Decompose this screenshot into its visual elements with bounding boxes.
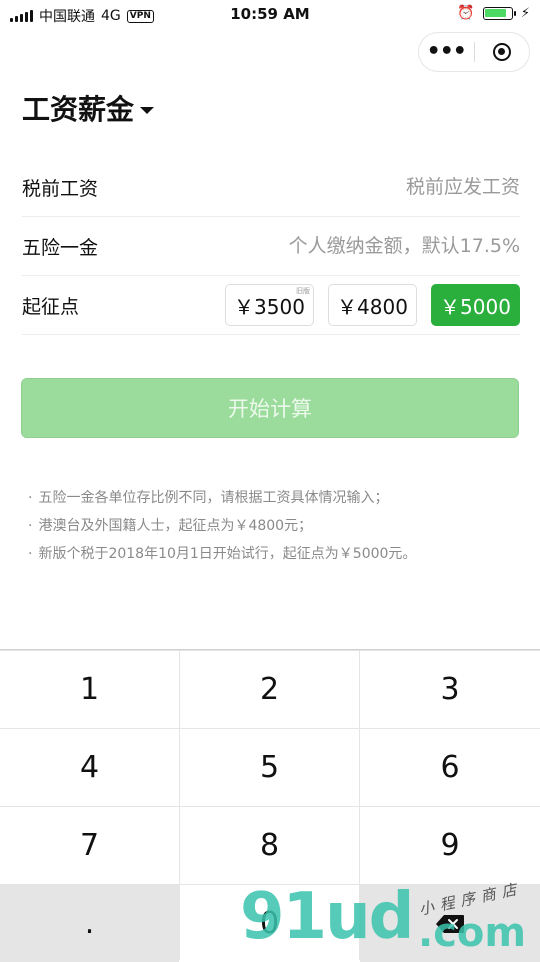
battery-icon: [482, 6, 516, 20]
key-5[interactable]: 5: [180, 729, 359, 806]
threshold-option-label: ￥3500: [234, 294, 305, 319]
page-title: 工资薪金: [22, 93, 135, 126]
key-8[interactable]: 8: [180, 807, 359, 884]
backspace-icon: [435, 914, 465, 934]
threshold-row: 起征点 ￥3500 旧版 ￥4800 ￥5000: [22, 276, 520, 335]
note-item: · 新版个税于2018年10月1日开始试行，起征点为￥5000元。: [28, 546, 417, 562]
backspace-key[interactable]: [360, 885, 540, 962]
threshold-option-label: ￥4800: [337, 294, 408, 319]
threshold-5000-button[interactable]: ￥5000: [431, 284, 520, 326]
key-decimal[interactable]: .: [0, 885, 179, 962]
target-circle-icon: [492, 43, 511, 61]
title-selector[interactable]: 工资薪金: [22, 88, 155, 128]
threshold-label: 起征点: [22, 295, 80, 318]
threshold-option-label: ￥5000: [440, 294, 511, 319]
battery-fill: [485, 9, 507, 17]
key-1[interactable]: 1: [0, 651, 179, 728]
notes-list: · 五险一金各单位存比例不同，请根据工资具体情况输入； · 港澳台及外国籍人士，起征…: [28, 484, 528, 568]
caret-down-icon: [140, 106, 155, 114]
numeric-keypad: 1 2 3 4 5 6 7 8 9 . 0: [0, 649, 540, 962]
threshold-4800-button[interactable]: ￥4800: [328, 284, 417, 326]
charging-bolt-icon: ⚡: [520, 5, 530, 21]
status-bar: 中国联通 4G VPN 10:59 AM ⏰ ⚡: [0, 0, 540, 30]
key-0[interactable]: 0: [180, 885, 359, 962]
alarm-clock-icon: ⏰: [457, 5, 475, 21]
key-7[interactable]: 7: [0, 807, 179, 884]
salary-label: 税前工资: [22, 177, 99, 200]
note-item: · 港澳台及外国籍人士，起征点为￥4800元；: [28, 518, 313, 534]
salary-row: 税前工资: [22, 158, 520, 217]
insurance-input[interactable]: [182, 235, 520, 257]
miniprogram-capsule: •••: [418, 32, 530, 72]
key-9[interactable]: 9: [360, 807, 540, 884]
insurance-label: 五险一金: [22, 236, 99, 259]
more-dots-icon[interactable]: •••: [419, 32, 474, 72]
key-3[interactable]: 3: [360, 651, 540, 728]
threshold-options: ￥3500 旧版 ￥4800 ￥5000: [182, 284, 520, 326]
old-version-tag: 旧版: [296, 287, 310, 295]
threshold-3500-button[interactable]: ￥3500 旧版: [225, 284, 314, 326]
start-calculate-button[interactable]: 开始计算: [21, 378, 519, 438]
close-miniprogram-button[interactable]: [474, 43, 529, 61]
status-right: ⏰ ⚡: [457, 5, 530, 21]
note-item: · 五险一金各单位存比例不同，请根据工资具体情况输入；: [28, 490, 389, 506]
insurance-row: 五险一金: [22, 217, 520, 276]
key-4[interactable]: 4: [0, 729, 179, 806]
key-6[interactable]: 6: [360, 729, 540, 806]
key-2[interactable]: 2: [180, 651, 359, 728]
salary-input[interactable]: [182, 176, 520, 198]
